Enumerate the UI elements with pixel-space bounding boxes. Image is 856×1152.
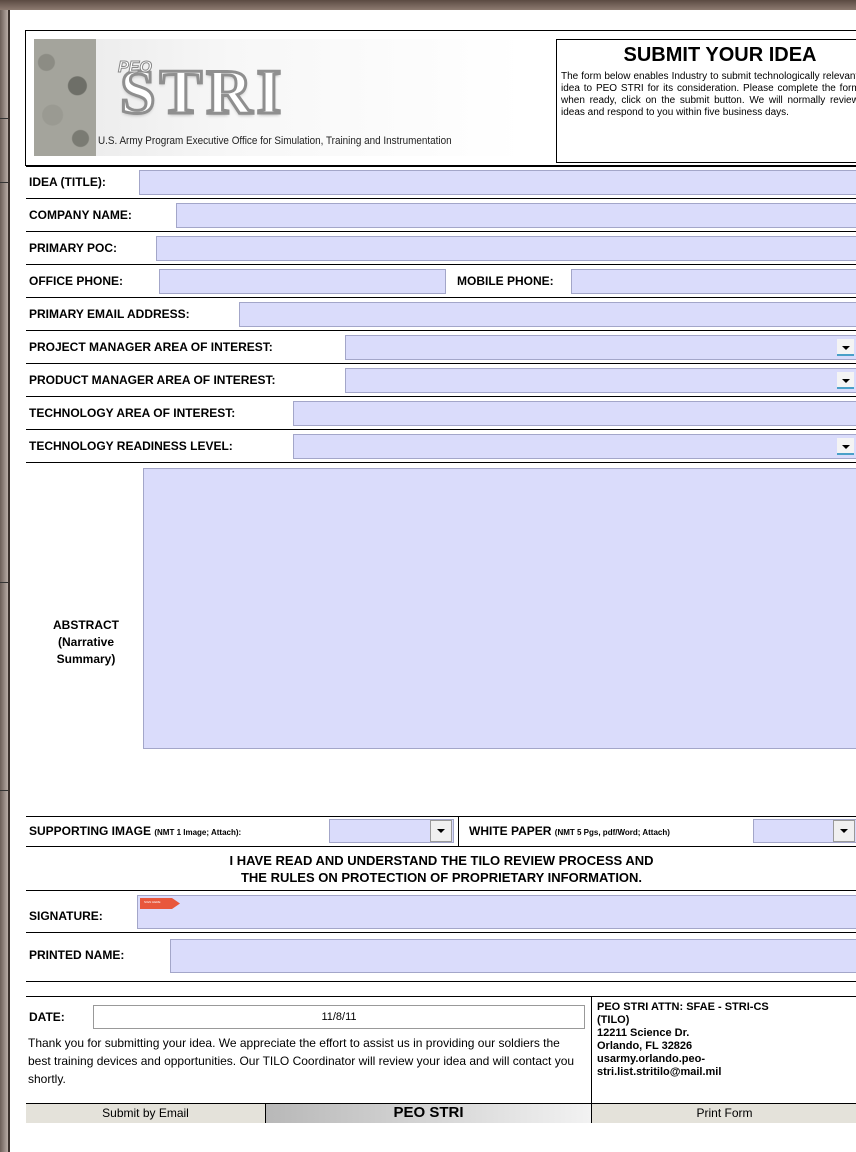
mailing-address: PEO STRI ATTN: SFAE - STRI-CS (TILO) 122…	[597, 1001, 852, 1079]
printed-name-field[interactable]	[170, 939, 856, 973]
primary-poc-label: PRIMARY POC:	[29, 241, 118, 255]
technology-area-label: TECHNOLOGY AREA OF INTEREST:	[29, 406, 236, 420]
form-description: The form below enables Industry to submi…	[561, 71, 856, 118]
sign-here-text: SIGN HERE	[144, 900, 161, 904]
abstract-label-line1: ABSTRACT	[53, 618, 119, 632]
divider	[26, 816, 856, 817]
company-name-label: COMPANY NAME:	[29, 208, 132, 222]
mobile-phone-label: MOBILE PHONE:	[457, 274, 554, 288]
white-paper-label-text: WHITE PAPER	[469, 824, 552, 838]
address-line: stri.list.stritilo@mail.mil	[597, 1066, 722, 1078]
signature-row: SIGNATURE: SIGN HERE	[26, 890, 856, 932]
product-manager-dropdown[interactable]	[345, 368, 856, 393]
product-manager-row: PRODUCT MANAGER AREA OF INTEREST:	[26, 363, 856, 396]
print-form-button[interactable]: Print Form	[592, 1103, 856, 1123]
abstract-textarea[interactable]	[143, 468, 856, 749]
supporting-image-dropdown[interactable]	[329, 819, 454, 843]
edge-mark	[0, 582, 8, 583]
edge-mark	[0, 790, 8, 791]
white-paper-dropdown[interactable]	[753, 819, 856, 843]
primary-poc-row: PRIMARY POC:	[26, 231, 856, 264]
idea-title-field[interactable]	[139, 170, 856, 195]
agreement-row: I HAVE READ AND UNDERSTAND THE TILO REVI…	[26, 846, 856, 890]
primary-poc-field[interactable]	[156, 236, 856, 261]
divider	[458, 816, 459, 846]
address-line: Orlando, FL 32826	[597, 1040, 693, 1052]
address-line: PEO STRI ATTN: SFAE - STRI-CS	[597, 1001, 769, 1013]
attachments-row: SUPPORTING IMAGE (NMT 1 Image; Attach): …	[26, 816, 856, 846]
agreement-line-2: THE RULES ON PROTECTION OF PROPRIETARY I…	[240, 870, 643, 885]
abstract-label-line3: Summary)	[56, 652, 116, 666]
printed-name-row: PRINTED NAME:	[26, 932, 856, 982]
address-line: (TILO)	[597, 1014, 630, 1026]
chevron-down-icon[interactable]	[837, 438, 854, 455]
white-paper-label: WHITE PAPER (NMT 5 Pgs, pdf/Word; Attach…	[469, 824, 670, 838]
form-header: STRI PEO U.S. Army Program Executive Off…	[25, 30, 856, 166]
office-phone-field[interactable]	[159, 269, 446, 294]
peo-stri-banner: PEO STRI	[266, 1103, 591, 1123]
technology-area-field[interactable]	[293, 401, 856, 426]
abstract-label: ABSTRACT (Narrative Summary)	[36, 617, 136, 668]
agreement-line-1: I HAVE READ AND UNDERSTAND THE TILO REVI…	[229, 853, 654, 868]
edge-mark	[0, 118, 8, 119]
address-line: 12211 Science Dr.	[597, 1027, 690, 1039]
project-manager-dropdown[interactable]	[345, 335, 856, 360]
abstract-label-line2: (Narrative	[57, 635, 115, 649]
signature-label: SIGNATURE:	[29, 909, 103, 923]
primary-email-label: PRIMARY EMAIL ADDRESS:	[29, 307, 190, 321]
primary-email-row: PRIMARY EMAIL ADDRESS:	[26, 297, 856, 330]
sign-here-tag: SIGN HERE	[140, 898, 180, 909]
signature-field[interactable]: SIGN HERE	[137, 895, 856, 929]
supporting-image-note: (NMT 1 Image; Attach):	[154, 828, 242, 837]
project-manager-label: PROJECT MANAGER AREA OF INTEREST:	[29, 340, 273, 354]
mobile-phone-field[interactable]	[571, 269, 856, 294]
company-name-field[interactable]	[176, 203, 856, 228]
supporting-image-label: SUPPORTING IMAGE (NMT 1 Image; Attach):	[29, 824, 241, 838]
chevron-down-icon[interactable]	[430, 820, 452, 842]
peo-logo-text: PEO	[118, 59, 153, 77]
footer-section: DATE: 11/8/11 Thank you for submitting y…	[26, 996, 856, 1123]
printed-name-label: PRINTED NAME:	[29, 948, 125, 962]
company-name-row: COMPANY NAME:	[26, 198, 856, 231]
peo-stri-logo: STRI PEO U.S. Army Program Executive Off…	[34, 39, 524, 156]
project-manager-row: PROJECT MANAGER AREA OF INTEREST:	[26, 330, 856, 363]
readiness-level-dropdown[interactable]	[293, 434, 856, 459]
readiness-level-row: TECHNOLOGY READINESS LEVEL:	[26, 429, 856, 462]
idea-title-row: IDEA (TITLE):	[26, 166, 856, 198]
edge-mark	[0, 182, 8, 183]
office-phone-label: OFFICE PHONE:	[29, 274, 124, 288]
chevron-down-icon[interactable]	[837, 372, 854, 389]
camouflage-pattern	[34, 39, 96, 156]
technology-area-row: TECHNOLOGY AREA OF INTEREST:	[26, 396, 856, 429]
product-manager-label: PRODUCT MANAGER AREA OF INTEREST:	[29, 373, 276, 387]
supporting-image-label-text: SUPPORTING IMAGE	[29, 824, 152, 838]
idea-title-label: IDEA (TITLE):	[29, 175, 106, 189]
submit-idea-box: SUBMIT YOUR IDEA The form below enables …	[556, 39, 856, 163]
organization-name: U.S. Army Program Executive Office for S…	[98, 135, 452, 147]
window-top-bar	[0, 0, 856, 10]
white-paper-note: (NMT 5 Pgs, pdf/Word; Attach)	[554, 828, 670, 837]
readiness-level-label: TECHNOLOGY READINESS LEVEL:	[29, 439, 233, 453]
date-value: 11/8/11	[321, 1011, 357, 1023]
address-line: usarmy.orlando.peo-	[597, 1053, 705, 1065]
phone-row: OFFICE PHONE: MOBILE PHONE:	[26, 264, 856, 297]
submit-by-email-button[interactable]: Submit by Email	[26, 1103, 266, 1123]
chevron-down-icon[interactable]	[837, 339, 854, 356]
abstract-row: ABSTRACT (Narrative Summary)	[26, 462, 856, 816]
date-field[interactable]: 11/8/11	[93, 1005, 585, 1029]
page-title: SUBMIT YOUR IDEA	[623, 44, 817, 66]
date-label: DATE:	[29, 1010, 65, 1024]
thank-you-message: Thank you for submitting your idea. We a…	[28, 1036, 575, 1086]
chevron-down-icon[interactable]	[833, 820, 855, 842]
primary-email-field[interactable]	[239, 302, 856, 327]
